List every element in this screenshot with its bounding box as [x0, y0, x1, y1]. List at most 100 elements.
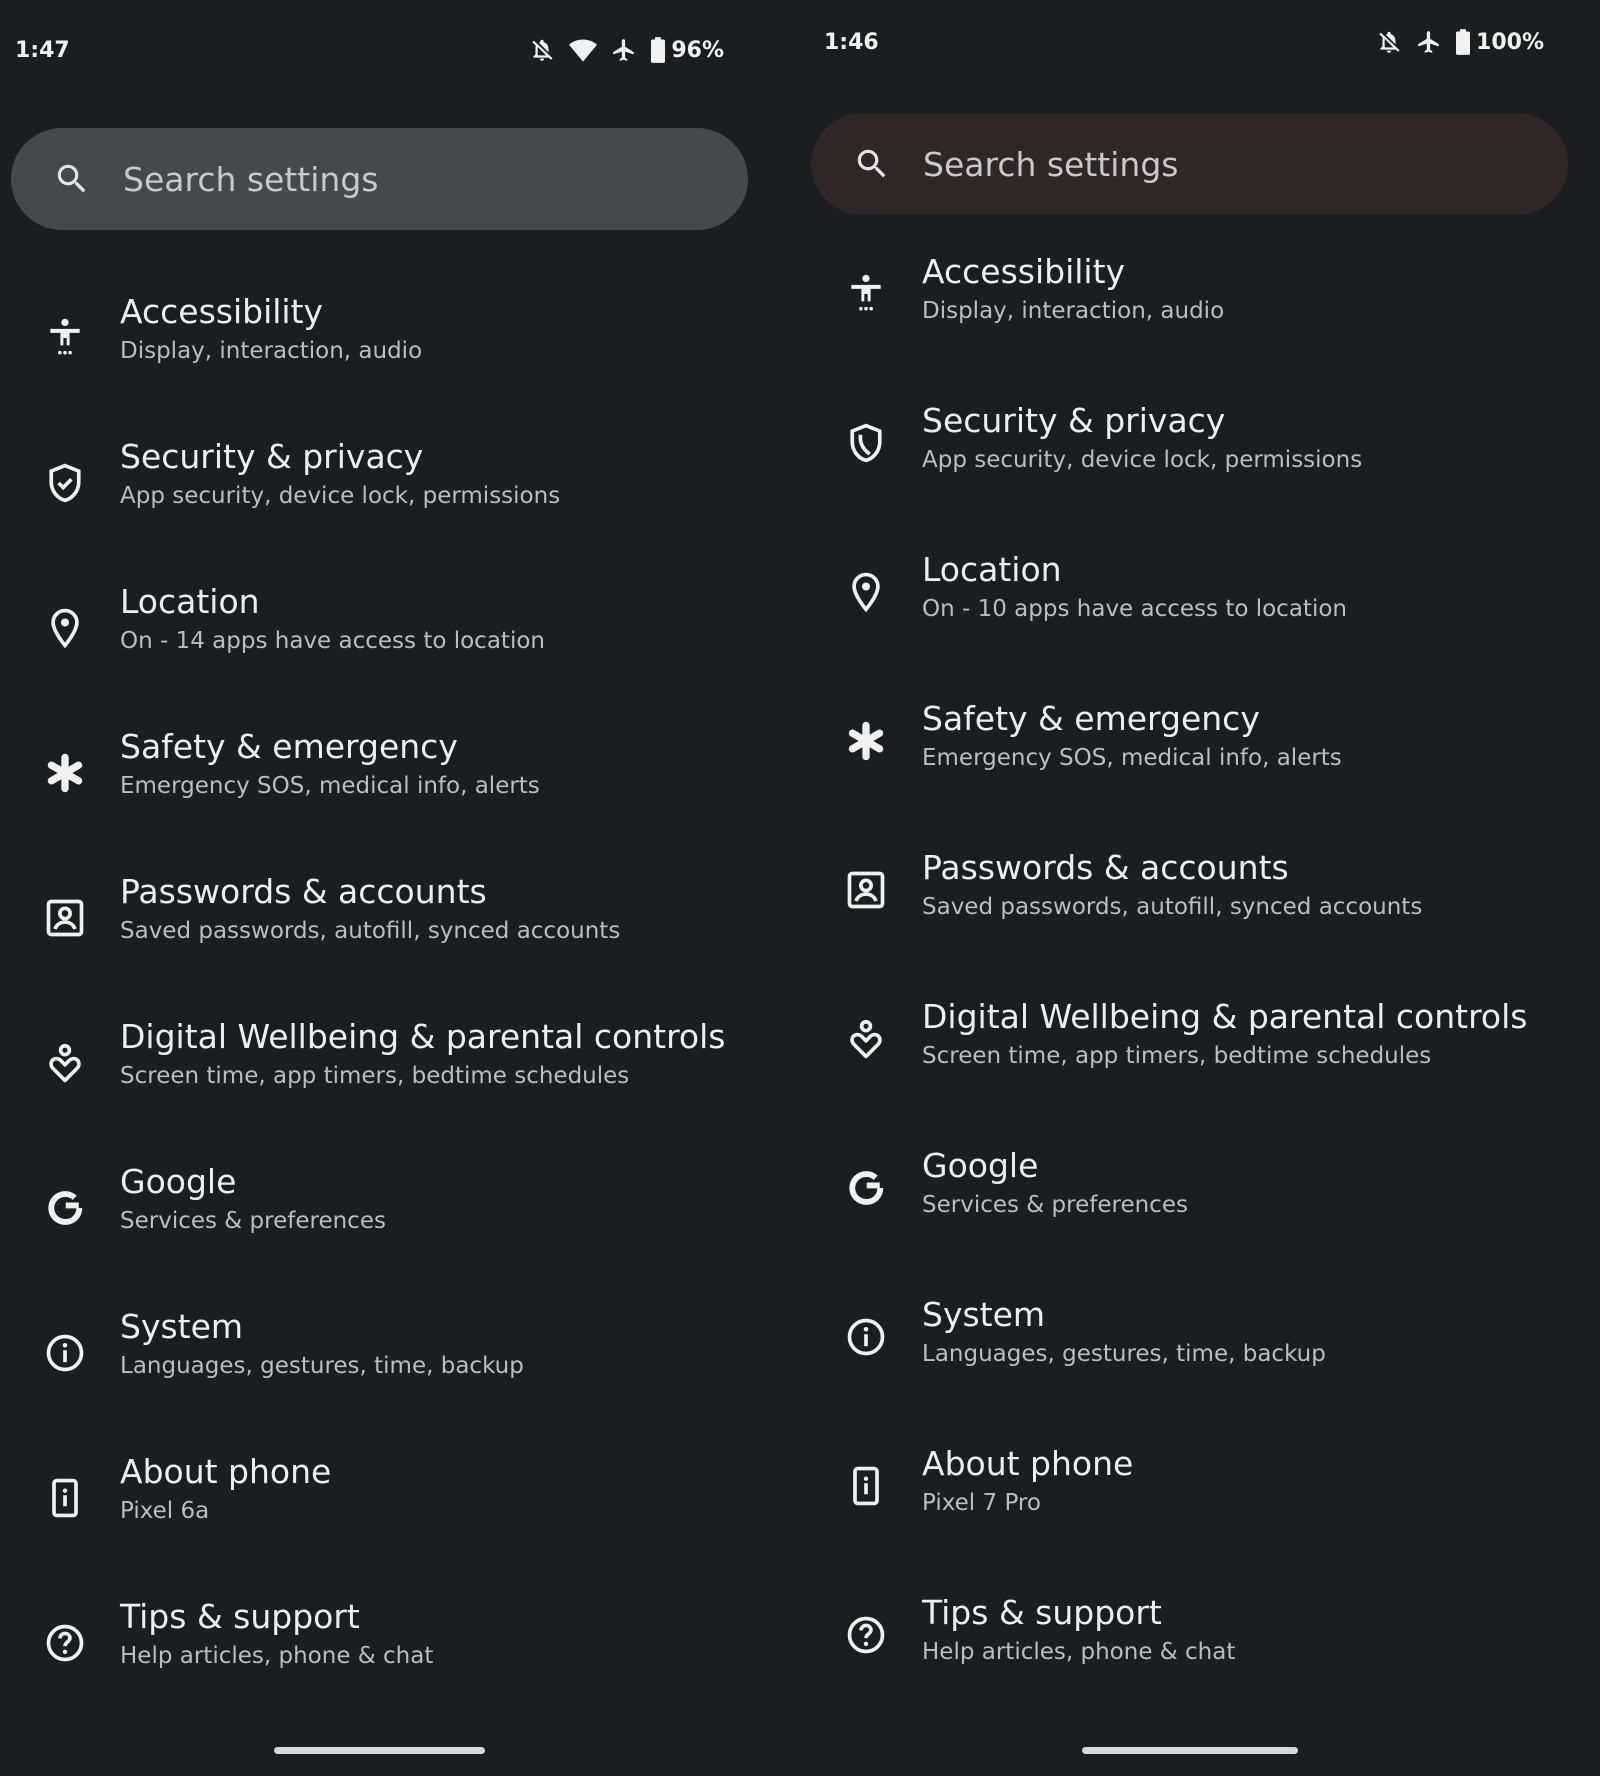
settings-item-title: Accessibility — [922, 252, 1126, 291]
settings-item-text: System Languages, gestures, time, backup — [922, 1293, 1326, 1371]
asterisk-icon — [848, 721, 884, 761]
settings-item-text: Google Services & preferences — [922, 1144, 1188, 1222]
settings-list: Accessibility Display, interaction, audi… — [0, 290, 800, 1740]
settings-item-title: Tips & support — [922, 1593, 1162, 1632]
gesture-nav-handle[interactable] — [1082, 1747, 1298, 1754]
settings-item-digital-wellbeing[interactable]: Digital Wellbeing & parental controls Sc… — [0, 1015, 800, 1160]
settings-item-subtitle: Emergency SOS, medical info, alerts — [922, 745, 1342, 771]
settings-item-text: About phone Pixel 6a — [120, 1450, 331, 1528]
search-icon — [857, 149, 886, 178]
settings-item-location[interactable]: Location On - 10 apps have access to loc… — [800, 548, 1600, 697]
settings-item-title: Tips & support — [120, 1597, 360, 1636]
settings-item-title: Google — [120, 1162, 237, 1201]
settings-item-passwords-accounts[interactable]: Passwords & accounts Saved passwords, au… — [800, 846, 1600, 995]
settings-item-accessibility[interactable]: Accessibility Display, interaction, audi… — [0, 290, 800, 435]
settings-item-system[interactable]: System Languages, gestures, time, backup — [0, 1305, 800, 1450]
settings-item-security-privacy[interactable]: Security & privacy App security, device … — [800, 399, 1600, 548]
battery-icon — [651, 37, 666, 63]
search-placeholder: Search settings — [923, 144, 1179, 184]
settings-item-text: System Languages, gestures, time, backup — [120, 1305, 524, 1383]
status-time: 1:46 — [824, 29, 879, 55]
help-icon — [847, 1616, 885, 1654]
settings-item-subtitle: On - 10 apps have access to location — [922, 596, 1347, 622]
shield-icon — [850, 423, 882, 463]
settings-item-title: Security & privacy — [922, 401, 1226, 440]
settings-item-title: Security & privacy — [120, 437, 424, 476]
info-icon — [847, 1318, 885, 1356]
info-icon — [46, 1334, 84, 1372]
wellbeing-icon — [49, 1043, 81, 1083]
settings-item-safety-emergency[interactable]: Safety & emergency Emergency SOS, medica… — [0, 725, 800, 870]
settings-item-title: Passwords & accounts — [120, 872, 487, 911]
settings-item-text: Tips & support Help articles, phone & ch… — [922, 1591, 1235, 1669]
battery-percent: 100% — [1476, 29, 1544, 55]
settings-item-location[interactable]: Location On - 14 apps have access to loc… — [0, 580, 800, 725]
settings-item-subtitle: Saved passwords, autofill, synced accoun… — [120, 918, 621, 944]
settings-item-subtitle: Display, interaction, audio — [922, 298, 1225, 324]
settings-item-subtitle: Languages, gestures, time, backup — [922, 1341, 1326, 1367]
settings-item-text: Google Services & preferences — [120, 1160, 386, 1238]
gesture-nav-handle[interactable] — [274, 1747, 485, 1754]
settings-item-about-phone[interactable]: About phone Pixel 7 Pro — [800, 1442, 1600, 1591]
settings-item-subtitle: Display, interaction, audio — [120, 338, 423, 364]
settings-item-title: Location — [120, 582, 260, 621]
settings-item-subtitle: App security, device lock, permissions — [120, 483, 561, 509]
search-icon — [57, 164, 86, 193]
battery-icon — [1456, 29, 1471, 55]
settings-item-text: Security & privacy App security, device … — [922, 399, 1362, 477]
account-box-icon — [847, 871, 885, 909]
search-bar[interactable]: Search settings — [11, 128, 748, 230]
settings-item-text: Security & privacy App security, device … — [120, 435, 560, 513]
settings-item-subtitle: Saved passwords, autofill, synced accoun… — [922, 894, 1423, 920]
settings-item-text: Location On - 10 apps have access to loc… — [922, 548, 1347, 626]
settings-item-security-privacy[interactable]: Security & privacy App security, device … — [0, 435, 800, 580]
battery-percent: 96% — [671, 37, 724, 63]
settings-item-digital-wellbeing[interactable]: Digital Wellbeing & parental controls Sc… — [800, 995, 1600, 1144]
notifications-off-icon — [532, 39, 553, 61]
settings-list: Accessibility Display, interaction, audi… — [800, 250, 1600, 1740]
settings-item-text: Passwords & accounts Saved passwords, au… — [120, 870, 620, 948]
settings-item-text: Accessibility Display, interaction, audi… — [922, 250, 1224, 328]
settings-item-google[interactable]: Google Services & preferences — [0, 1160, 800, 1305]
settings-item-text: Safety & emergency Emergency SOS, medica… — [120, 725, 540, 803]
settings-item-title: Safety & emergency — [922, 699, 1260, 738]
account-box-icon — [46, 899, 84, 937]
location-pin-icon — [852, 572, 880, 613]
settings-item-subtitle: On - 14 apps have access to location — [120, 628, 545, 654]
settings-item-title: Safety & emergency — [120, 727, 458, 766]
settings-item-title: Digital Wellbeing & parental controls — [922, 997, 1528, 1036]
settings-item-tips-support[interactable]: Tips & support Help articles, phone & ch… — [0, 1595, 800, 1740]
settings-item-google[interactable]: Google Services & preferences — [800, 1144, 1600, 1293]
settings-item-text: Passwords & accounts Saved passwords, au… — [922, 846, 1422, 924]
status-icons: 100% — [1376, 29, 1544, 55]
settings-item-subtitle: Services & preferences — [120, 1208, 386, 1234]
settings-item-subtitle: Help articles, phone & chat — [922, 1639, 1236, 1665]
settings-item-safety-emergency[interactable]: Safety & emergency Emergency SOS, medica… — [800, 697, 1600, 846]
settings-item-title: About phone — [120, 1452, 332, 1491]
settings-item-passwords-accounts[interactable]: Passwords & accounts Saved passwords, au… — [0, 870, 800, 1015]
settings-item-title: About phone — [922, 1444, 1134, 1483]
settings-item-title: Passwords & accounts — [922, 848, 1289, 887]
status-icons: 96% — [529, 37, 724, 63]
settings-item-title: Accessibility — [120, 292, 324, 331]
settings-item-accessibility[interactable]: Accessibility Display, interaction, audi… — [800, 250, 1600, 399]
wellbeing-icon — [850, 1019, 882, 1059]
settings-item-title: Google — [922, 1146, 1039, 1185]
settings-item-subtitle: App security, device lock, permissions — [922, 447, 1363, 473]
settings-item-title: Digital Wellbeing & parental controls — [120, 1017, 726, 1056]
settings-item-title: System — [120, 1307, 244, 1346]
search-bar[interactable]: Search settings — [811, 113, 1568, 215]
left-screenshot: 1:47 96% Search settings Accessibility D… — [0, 0, 800, 1776]
settings-item-text: Tips & support Help articles, phone & ch… — [120, 1595, 433, 1673]
settings-item-system[interactable]: System Languages, gestures, time, backup — [800, 1293, 1600, 1442]
google-icon — [849, 1171, 884, 1205]
settings-item-tips-support[interactable]: Tips & support Help articles, phone & ch… — [800, 1591, 1600, 1740]
settings-item-text: About phone Pixel 7 Pro — [922, 1442, 1133, 1520]
accessibility-icon — [851, 274, 881, 311]
google-icon — [48, 1191, 83, 1225]
asterisk-icon — [47, 753, 83, 793]
settings-item-about-phone[interactable]: About phone Pixel 6a — [0, 1450, 800, 1595]
airplane-icon — [1418, 31, 1439, 53]
settings-item-subtitle: Help articles, phone & chat — [120, 1643, 434, 1669]
search-placeholder: Search settings — [123, 159, 379, 199]
